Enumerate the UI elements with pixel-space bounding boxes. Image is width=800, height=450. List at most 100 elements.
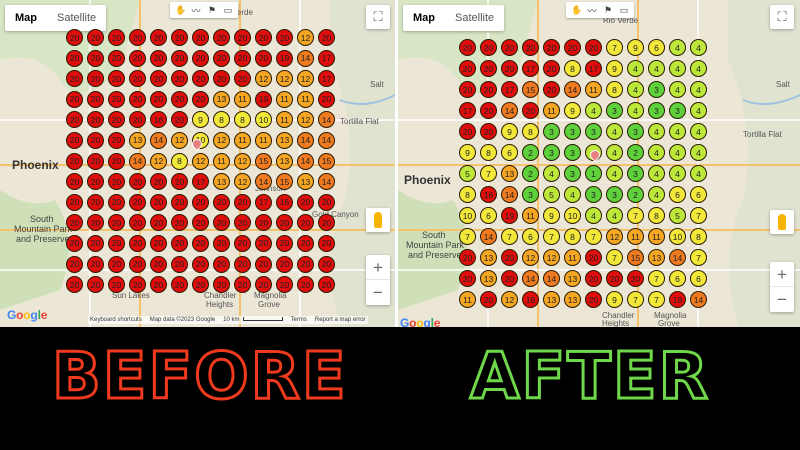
rank-marker[interactable]: 20 xyxy=(522,102,539,119)
rank-marker[interactable]: 9 xyxy=(459,144,476,161)
rank-marker[interactable]: 11 xyxy=(234,131,251,149)
rank-marker[interactable]: 20 xyxy=(213,70,230,88)
rank-marker[interactable]: 20 xyxy=(213,255,230,273)
rank-marker[interactable]: 4 xyxy=(627,102,644,119)
rank-marker[interactable]: 20 xyxy=(234,29,251,46)
rank-marker[interactable]: 7 xyxy=(627,207,644,224)
rank-marker[interactable]: 11 xyxy=(543,102,560,119)
rank-marker[interactable]: 1 xyxy=(585,165,602,182)
rank-marker[interactable]: 20 xyxy=(87,29,104,46)
pin-icon[interactable]: ⚑ xyxy=(207,5,217,16)
rank-marker[interactable]: 20 xyxy=(543,81,560,98)
rank-marker[interactable]: 13 xyxy=(564,291,581,308)
rank-marker[interactable]: 20 xyxy=(585,270,602,287)
rank-marker[interactable]: 17 xyxy=(318,70,335,88)
rank-marker[interactable]: 10 xyxy=(255,111,272,129)
rank-marker[interactable]: 5 xyxy=(543,186,560,203)
rank-marker[interactable]: 19 xyxy=(501,207,518,224)
map-type-satellite-button[interactable]: Satellite xyxy=(47,5,106,31)
rank-marker[interactable]: 11 xyxy=(648,228,665,245)
rank-marker[interactable]: 4 xyxy=(648,165,665,182)
rank-marker[interactable]: 14 xyxy=(690,291,707,308)
rank-marker[interactable]: 14 xyxy=(150,131,167,149)
rank-marker[interactable]: 20 xyxy=(171,255,188,273)
rank-marker[interactable]: 2 xyxy=(627,144,644,161)
rank-marker[interactable]: 4 xyxy=(585,207,602,224)
rank-marker[interactable]: 20 xyxy=(129,173,146,191)
rank-marker[interactable]: 20 xyxy=(87,173,104,191)
rank-marker[interactable]: 20 xyxy=(213,234,230,252)
rank-marker[interactable]: 20 xyxy=(543,39,560,56)
rank-marker[interactable]: 4 xyxy=(690,81,707,98)
rank-marker[interactable]: 12 xyxy=(255,70,272,88)
rank-marker[interactable]: 8 xyxy=(564,60,581,77)
rank-marker[interactable]: 11 xyxy=(276,90,293,108)
rank-marker[interactable]: 4 xyxy=(648,60,665,77)
rank-marker[interactable]: 20 xyxy=(171,111,188,129)
rank-marker[interactable]: 11 xyxy=(255,131,272,149)
rank-marker[interactable]: 20 xyxy=(66,276,83,294)
rank-marker[interactable]: 20 xyxy=(192,214,209,232)
rank-marker[interactable]: 20 xyxy=(192,49,209,67)
rank-marker[interactable]: 20 xyxy=(66,90,83,108)
rank-marker[interactable]: 20 xyxy=(129,193,146,211)
rank-marker[interactable]: 20 xyxy=(108,234,125,252)
rank-marker[interactable]: 3 xyxy=(543,123,560,140)
rank-marker[interactable]: 4 xyxy=(669,39,686,56)
rank-marker[interactable]: 20 xyxy=(150,90,167,108)
rank-marker[interactable]: 20 xyxy=(192,255,209,273)
rank-marker[interactable]: 4 xyxy=(648,186,665,203)
rank-marker[interactable]: 11 xyxy=(276,111,293,129)
rank-marker[interactable]: 20 xyxy=(150,173,167,191)
rank-marker[interactable]: 3 xyxy=(564,123,581,140)
rectangle-icon[interactable]: ▭ xyxy=(223,5,233,16)
rank-marker[interactable]: 20 xyxy=(87,152,104,170)
rank-marker[interactable]: 12 xyxy=(234,173,251,191)
rank-marker[interactable]: 20 xyxy=(297,255,314,273)
rank-marker[interactable]: 8 xyxy=(648,207,665,224)
rank-marker[interactable]: 9 xyxy=(564,102,581,119)
rank-marker[interactable]: 6 xyxy=(690,270,707,287)
rank-marker[interactable]: 20 xyxy=(501,39,518,56)
rank-marker[interactable]: 13 xyxy=(276,152,293,170)
rank-marker[interactable]: 13 xyxy=(564,270,581,287)
rank-marker[interactable]: 20 xyxy=(192,276,209,294)
rank-marker[interactable]: 7 xyxy=(648,291,665,308)
rank-marker[interactable]: 17 xyxy=(501,81,518,98)
rank-marker[interactable]: 4 xyxy=(669,81,686,98)
map-type-map-button[interactable]: Map xyxy=(403,5,445,31)
rank-marker[interactable]: 20 xyxy=(318,29,335,46)
hand-icon[interactable]: ✋ xyxy=(175,5,186,16)
rank-marker[interactable]: 9 xyxy=(501,123,518,140)
rank-marker[interactable]: 11 xyxy=(459,291,476,308)
rank-marker[interactable]: 14 xyxy=(543,270,560,287)
rank-marker[interactable]: 7 xyxy=(648,270,665,287)
rank-marker[interactable]: 20 xyxy=(108,214,125,232)
rank-marker[interactable]: 14 xyxy=(501,186,518,203)
rank-marker[interactable]: 17 xyxy=(192,173,209,191)
zoom-out-button[interactable]: − xyxy=(366,280,390,305)
rank-marker[interactable]: 20 xyxy=(480,123,497,140)
rank-marker[interactable]: 12 xyxy=(150,152,167,170)
rank-marker[interactable]: 20 xyxy=(480,60,497,77)
rank-marker[interactable]: 20 xyxy=(564,39,581,56)
rank-marker[interactable]: 20 xyxy=(459,270,476,287)
rank-marker[interactable]: 13 xyxy=(480,270,497,287)
rank-marker[interactable]: 20 xyxy=(192,90,209,108)
rank-marker[interactable]: 11 xyxy=(522,207,539,224)
rank-marker[interactable]: 7 xyxy=(480,165,497,182)
rank-marker[interactable]: 20 xyxy=(87,49,104,67)
rank-marker[interactable]: 11 xyxy=(234,90,251,108)
rank-marker[interactable]: 6 xyxy=(501,144,518,161)
rank-marker[interactable]: 3 xyxy=(564,165,581,182)
rank-marker[interactable]: 3 xyxy=(543,144,560,161)
rank-marker[interactable]: 4 xyxy=(564,186,581,203)
keyboard-shortcuts-link[interactable]: Keyboard shortcuts xyxy=(90,317,142,323)
rank-marker[interactable]: 20 xyxy=(213,193,230,211)
rank-marker[interactable]: 3 xyxy=(627,123,644,140)
rank-marker[interactable]: 20 xyxy=(150,70,167,88)
rank-marker[interactable]: 7 xyxy=(627,291,644,308)
rank-marker[interactable]: 4 xyxy=(606,165,623,182)
rank-marker[interactable]: 20 xyxy=(150,234,167,252)
hand-icon[interactable]: ✋ xyxy=(571,5,582,16)
